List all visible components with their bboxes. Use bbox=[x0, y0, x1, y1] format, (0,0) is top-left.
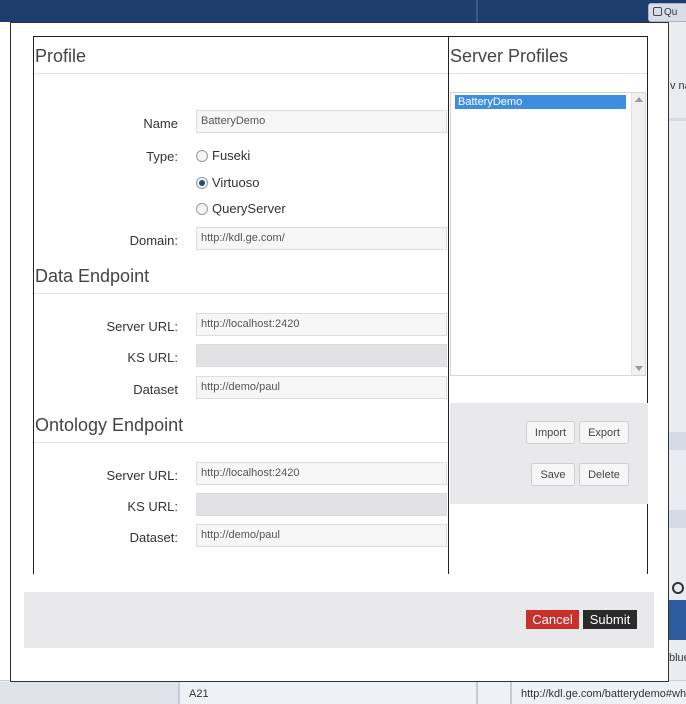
section-divider bbox=[34, 293, 449, 294]
data-server-url-label: Server URL: bbox=[106, 319, 178, 334]
import-button[interactable]: Import bbox=[526, 421, 575, 444]
section-divider bbox=[34, 73, 449, 74]
background-band bbox=[669, 510, 686, 528]
ontology-dataset-label: Dataset: bbox=[129, 530, 178, 545]
scroll-down-icon[interactable] bbox=[635, 366, 643, 371]
server-profiles-list[interactable]: BatteryDemo bbox=[450, 92, 646, 376]
radio-label: Virtuoso bbox=[212, 175, 260, 190]
column-divider bbox=[476, 682, 478, 704]
submit-button[interactable]: Submit bbox=[583, 610, 637, 629]
search-icon[interactable] bbox=[672, 582, 684, 594]
save-button[interactable]: Save bbox=[531, 463, 575, 486]
ontology-dataset-field[interactable]: http://demo/paul bbox=[196, 524, 447, 547]
query-button-label: Qu bbox=[664, 7, 678, 18]
data-dataset-label: Dataset bbox=[133, 382, 178, 397]
table-cell: A21 bbox=[189, 688, 209, 700]
background-blue-bar bbox=[669, 600, 686, 640]
ontology-server-url-field[interactable]: http://localhost:2420 bbox=[196, 462, 447, 485]
app-header-bar bbox=[0, 0, 686, 22]
dialog-footer: Cancel Submit bbox=[24, 592, 654, 648]
data-ks-url-field[interactable] bbox=[196, 344, 447, 367]
column-divider bbox=[178, 682, 180, 704]
data-dataset-field[interactable]: http://demo/paul bbox=[196, 376, 447, 399]
radio-label: Fuseki bbox=[212, 148, 251, 163]
background-table-cell bbox=[0, 682, 178, 704]
data-endpoint-title: Data Endpoint bbox=[35, 266, 150, 286]
column-divider bbox=[510, 682, 512, 704]
background-right-text: blue bbox=[669, 652, 686, 664]
type-radio-fuseki[interactable]: Fuseki bbox=[196, 148, 250, 163]
section-divider bbox=[449, 73, 647, 74]
profile-title: Profile bbox=[35, 46, 87, 66]
radio-label: QueryServer bbox=[212, 201, 286, 216]
type-label: Type: bbox=[146, 149, 178, 164]
background-band bbox=[669, 432, 686, 450]
server-profile-dialog: Profile Name BatteryDemo Type: Fuseki Vi… bbox=[10, 22, 669, 682]
server-profiles-panel: Server Profiles BatteryDemo Import Expor… bbox=[448, 36, 648, 574]
query-icon bbox=[653, 7, 662, 16]
radio-button-selected[interactable] bbox=[196, 177, 208, 189]
scroll-up-icon[interactable] bbox=[635, 97, 643, 102]
delete-button[interactable]: Delete bbox=[579, 463, 629, 486]
ontology-ks-url-label: KS URL: bbox=[127, 499, 178, 514]
name-field[interactable]: BatteryDemo bbox=[196, 110, 447, 133]
ontology-endpoint-title: Ontology Endpoint bbox=[35, 415, 184, 435]
domain-field[interactable]: http://kdl.ge.com/ bbox=[196, 227, 447, 250]
list-scrollbar[interactable] bbox=[631, 93, 645, 375]
profile-actions: Import Export Save Delete bbox=[450, 403, 648, 504]
data-server-url-field[interactable]: http://localhost:2420 bbox=[196, 313, 447, 336]
ontology-server-url-label: Server URL: bbox=[106, 468, 178, 483]
type-radio-virtuoso[interactable]: Virtuoso bbox=[196, 175, 259, 190]
radio-button[interactable] bbox=[196, 150, 208, 162]
list-item[interactable]: BatteryDemo bbox=[455, 95, 626, 109]
profile-panel: Profile Name BatteryDemo Type: Fuseki Vi… bbox=[33, 36, 449, 574]
cancel-button[interactable]: Cancel bbox=[526, 610, 579, 629]
query-button[interactable]: Qu bbox=[648, 3, 686, 22]
export-button[interactable]: Export bbox=[579, 421, 629, 444]
section-divider bbox=[34, 442, 449, 443]
table-cell: http://kdl.ge.com/batterydemo#whi bbox=[521, 688, 686, 700]
background-band bbox=[669, 118, 686, 121]
name-label: Name bbox=[143, 116, 178, 131]
ontology-ks-url-field[interactable] bbox=[196, 493, 447, 516]
type-radio-queryserver[interactable]: QueryServer bbox=[196, 201, 286, 216]
server-profiles-title: Server Profiles bbox=[450, 46, 569, 66]
data-ks-url-label: KS URL: bbox=[127, 350, 178, 365]
domain-label: Domain: bbox=[129, 233, 178, 248]
radio-button[interactable] bbox=[196, 203, 208, 215]
background-right-text: v na bbox=[670, 80, 686, 92]
header-divider bbox=[476, 0, 478, 22]
